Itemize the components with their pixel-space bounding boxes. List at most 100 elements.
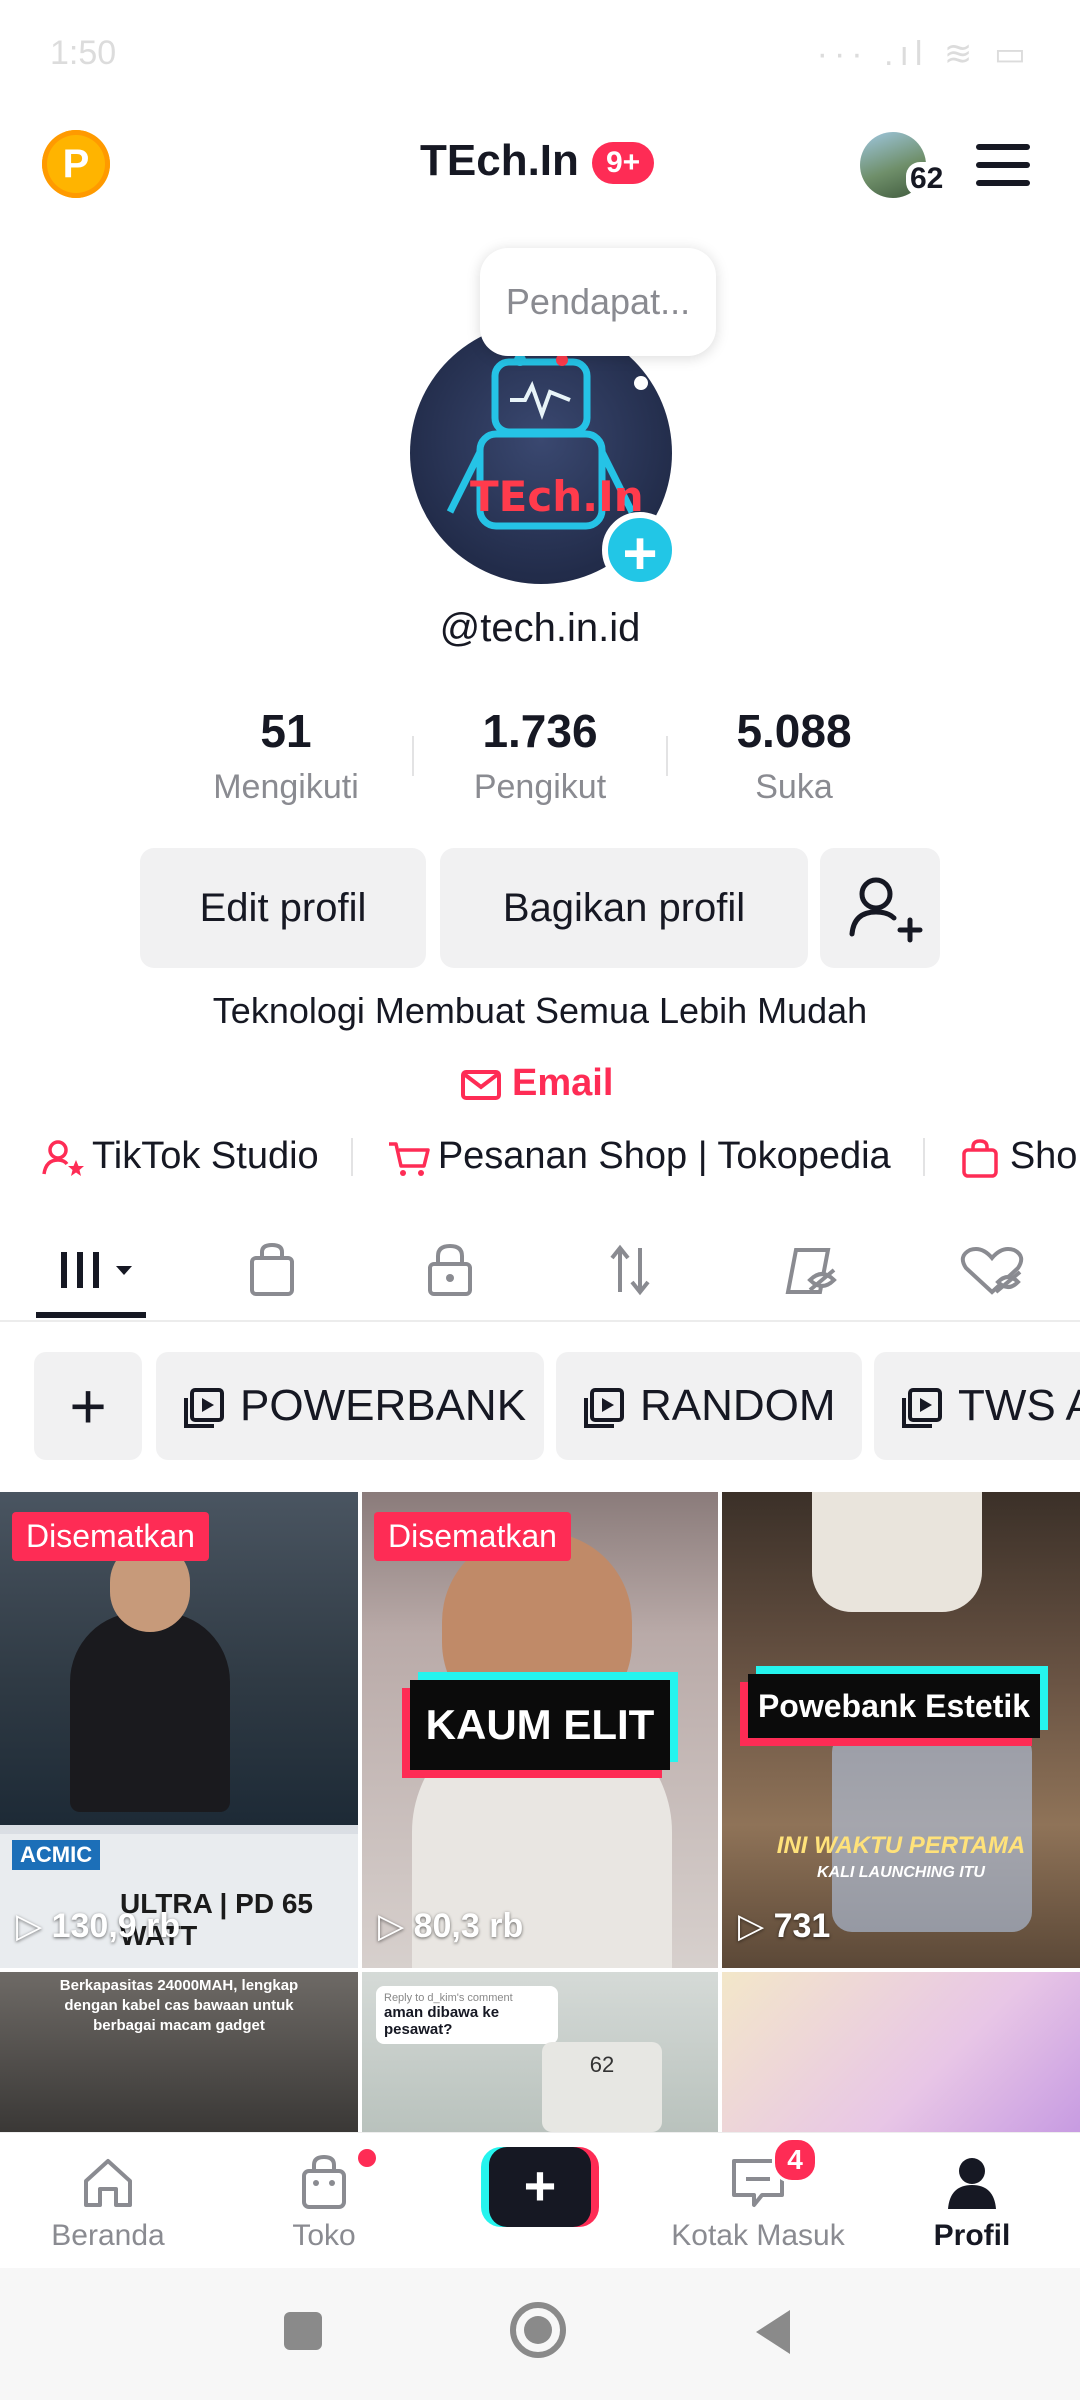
tab-videos[interactable] [54, 1240, 144, 1300]
nav-label: Profil [933, 2219, 1011, 2252]
divider [351, 1137, 354, 1176]
nav-label: Beranda [51, 2219, 165, 2252]
link-tiktok-studio[interactable]: TikTok Studio [40, 1135, 319, 1178]
system-navigation-bar [0, 2268, 1080, 2400]
notification-badge: 9+ [592, 142, 655, 184]
reply-header: Reply to d_kim's comment [384, 1992, 513, 2004]
video-caption: Berkapasitas 24000MAH, lengkap dengan ka… [59, 1977, 299, 2034]
tab-liked[interactable] [952, 1240, 1032, 1300]
link-shop[interactable]: Sho [958, 1135, 1078, 1179]
view-count: ▷ 130,9 rb [16, 1907, 181, 1945]
bubble-tail [634, 376, 648, 390]
account-count: 62 [906, 162, 948, 196]
tab-saved[interactable] [770, 1240, 850, 1300]
stat-label: Mengikuti [213, 768, 359, 806]
bottom-navigation: Beranda Toko + 4 Kotak Masuk Profil [0, 2132, 1080, 2253]
share-profile-button[interactable]: Bagikan profil [440, 848, 808, 968]
view-count-value: 80,3 rb [413, 1907, 524, 1945]
link-label: TikTok Studio [92, 1135, 319, 1178]
note-bubble[interactable]: Pendapat... [480, 248, 716, 356]
brand-label: ACMIC [12, 1840, 101, 1870]
divider [923, 1137, 926, 1176]
nav-label: Toko [292, 2219, 356, 2252]
page-title[interactable]: TEch.In [420, 136, 579, 186]
lock-icon [428, 1243, 472, 1296]
view-count-value: 731 [773, 1907, 831, 1945]
back-button[interactable] [754, 2308, 794, 2356]
collection-chip[interactable]: TWS A [874, 1352, 1080, 1460]
collection-label: RANDOM [640, 1381, 836, 1430]
stat-value: 5.088 [736, 705, 852, 757]
user-star-icon [42, 1140, 84, 1177]
shopping-bag-icon [250, 1242, 294, 1296]
stat-value: 51 [260, 705, 312, 757]
hidden-heart-icon [960, 1247, 1024, 1295]
stat-likes[interactable]: 5.088 Suka [674, 704, 914, 807]
stat-following[interactable]: 51 Mengikuti [166, 704, 406, 807]
active-tab-indicator [36, 1312, 146, 1318]
device-shape: 62 [542, 2042, 662, 2132]
grid-icon [61, 1252, 132, 1288]
hamburger-menu-icon[interactable] [976, 144, 1030, 186]
status-bar: 1:50 ··· .ıl ≋ ▭ [0, 0, 1080, 110]
inbox-badge: 4 [772, 2137, 818, 2183]
link-shop-orders[interactable]: Pesanan Shop | Tokopedia [386, 1135, 891, 1178]
video-thumbnail[interactable]: Powebank Estetik INI WAKTU PERTAMA KALI … [722, 1492, 1080, 1968]
status-icons: ··· .ıl ≋ ▭ [816, 35, 1032, 73]
tab-reposts[interactable] [590, 1240, 670, 1300]
profile-icon [948, 2158, 996, 2209]
nav-home[interactable]: Beranda [8, 2133, 208, 2253]
repost-icon [610, 1244, 650, 1296]
recents-button[interactable] [284, 2312, 322, 2350]
home-button[interactable] [510, 2302, 566, 2358]
bio: Teknologi Membuat Semua Lebih Mudah [212, 990, 868, 1031]
collection-chip[interactable]: RANDOM [556, 1352, 862, 1460]
video-thumbnail[interactable] [722, 1972, 1080, 2132]
shopping-bag-icon [962, 1139, 998, 1179]
reply-text: aman dibawa ke pesawat? [384, 2004, 500, 2038]
mail-icon [461, 1069, 501, 1100]
mug-shape [812, 1492, 982, 1612]
add-story-button[interactable]: + [602, 512, 678, 588]
avatar-logo-text: TEch.In [470, 472, 644, 521]
collection-label: TWS A [958, 1381, 1080, 1430]
profile-links: TikTok Studio Pesanan Shop | Tokopedia S… [40, 1134, 1078, 1179]
coin-icon[interactable]: P [42, 130, 110, 198]
pinned-badge: Disematkan [12, 1512, 209, 1561]
video-thumbnail[interactable]: Reply to d_kim's comment aman dibawa ke … [362, 1972, 718, 2132]
collection-label: POWERBANK [240, 1381, 527, 1430]
video-thumbnail[interactable]: ACMIC ULTRA | PD 65 WATT Disematkan ▷ 13… [0, 1492, 358, 1968]
person-figure [70, 1612, 230, 1812]
nav-profile[interactable]: Profil [872, 2133, 1072, 2253]
email-link[interactable]: Email [460, 1062, 613, 1105]
tab-shop[interactable] [232, 1240, 312, 1300]
tab-private[interactable] [410, 1240, 490, 1300]
video-overlay-title: Powebank Estetik [748, 1674, 1040, 1738]
video-thumbnail[interactable]: KAUM ELIT Disematkan ▷ 80,3 rb [362, 1492, 718, 1968]
playlist-icon [902, 1388, 942, 1429]
nav-shop[interactable]: Toko [224, 2133, 424, 2253]
collection-chip[interactable]: POWERBANK [156, 1352, 544, 1460]
add-friend-button[interactable] [820, 848, 940, 968]
link-label: Sho [1009, 1135, 1078, 1178]
hidden-bookmark-icon [785, 1248, 837, 1294]
video-thumbnail[interactable]: Berkapasitas 24000MAH, lengkap dengan ka… [0, 1972, 358, 2132]
notification-dot [358, 2149, 376, 2167]
nav-inbox[interactable]: 4 Kotak Masuk [658, 2133, 858, 2253]
add-user-icon [849, 877, 923, 943]
nav-create[interactable]: + [440, 2133, 640, 2227]
stat-followers[interactable]: 1.736 Pengikut [420, 704, 660, 807]
home-icon [84, 2159, 132, 2207]
edit-profile-button[interactable]: Edit profil [140, 848, 426, 968]
shopping-bag-icon [302, 2154, 346, 2209]
playlist-icon [584, 1388, 624, 1429]
video-caption: INI WAKTU PERTAMA [776, 1832, 1026, 1859]
stat-value: 1.736 [482, 705, 598, 757]
add-collection-button[interactable]: + [34, 1352, 142, 1460]
link-label: Pesanan Shop | Tokopedia [437, 1135, 891, 1178]
divider [412, 736, 414, 776]
video-overlay-title: KAUM ELIT [410, 1680, 670, 1770]
divider [666, 736, 668, 776]
status-time: 1:50 [50, 34, 117, 72]
nav-label: Kotak Masuk [671, 2219, 845, 2252]
